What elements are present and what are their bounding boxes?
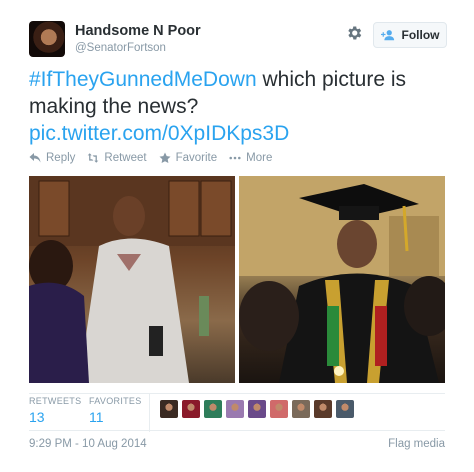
favoriter-avatar[interactable] <box>336 400 354 418</box>
more-dots-icon <box>229 156 241 160</box>
flag-media-link[interactable]: Flag media <box>388 438 445 450</box>
add-user-icon <box>380 30 394 41</box>
tweet-card: Handsome N Poor @SenatorFortson Follow #… <box>0 0 474 472</box>
photo-kitchen-scene <box>29 176 235 383</box>
user-handle[interactable]: @SenatorFortson <box>75 42 166 54</box>
favoriter-avatar[interactable] <box>160 400 178 418</box>
more-button[interactable]: More <box>229 152 272 164</box>
follow-button[interactable]: Follow <box>373 22 447 48</box>
favoriter-avatar[interactable] <box>226 400 244 418</box>
favorites-label: FAVORITES <box>89 396 142 406</box>
favorites-count: 11 <box>89 409 104 425</box>
gear-icon[interactable] <box>345 24 363 42</box>
media-link[interactable]: pic.twitter.com/0XpIDKps3D <box>29 122 289 145</box>
photo-graduation[interactable] <box>239 176 445 383</box>
favoriters-avatars <box>160 400 354 418</box>
stats-top-divider <box>29 393 445 394</box>
star-icon <box>159 152 171 163</box>
follow-label: Follow <box>401 28 440 42</box>
favoriter-avatar[interactable] <box>314 400 332 418</box>
reply-button[interactable]: Reply <box>29 152 75 164</box>
stats-bottom-divider <box>29 430 445 431</box>
retweets-stat[interactable]: RETWEETS 13 <box>29 396 81 425</box>
favorite-button[interactable]: Favorite <box>159 152 217 164</box>
favoriter-avatar[interactable] <box>248 400 266 418</box>
stats-divider <box>149 394 150 432</box>
favoriter-avatar[interactable] <box>204 400 222 418</box>
retweet-icon <box>88 153 99 163</box>
tweet-text: #IfTheyGunnedMeDown which picture is mak… <box>29 66 449 147</box>
retweets-label: RETWEETS <box>29 396 82 406</box>
photo-kitchen[interactable] <box>29 176 235 383</box>
favoriter-avatar[interactable] <box>292 400 310 418</box>
tweet-actions: Reply Retweet Favorite More <box>29 152 272 164</box>
retweet-button[interactable]: Retweet <box>87 152 147 164</box>
favorites-stat[interactable]: FAVORITES 11 <box>89 396 142 425</box>
favoriter-avatar[interactable] <box>270 400 288 418</box>
user-name[interactable]: Handsome N Poor <box>75 23 201 39</box>
retweets-count: 13 <box>29 409 45 425</box>
reply-icon <box>29 153 41 163</box>
tweet-timestamp: 9:29 PM - 10 Aug 2014 <box>29 438 147 450</box>
avatar[interactable] <box>29 21 65 57</box>
hashtag-link[interactable]: #IfTheyGunnedMeDown <box>29 68 257 91</box>
photo-graduation-scene <box>239 176 445 383</box>
favoriter-avatar[interactable] <box>182 400 200 418</box>
